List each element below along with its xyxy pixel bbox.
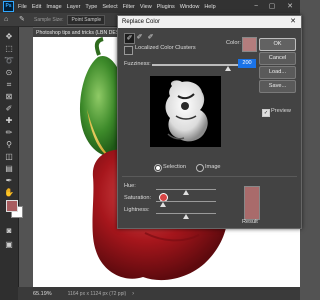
menu-plugins[interactable]: Plugins (157, 4, 175, 10)
localized-color-clusters-checkbox[interactable] (124, 46, 133, 55)
save-button[interactable]: Save... (259, 80, 296, 93)
fuzziness-input[interactable]: 200 (238, 59, 256, 68)
zoom-level[interactable]: 65.19% (33, 291, 52, 297)
document-info: 1164 px x 1124 px (72 ppi) (67, 290, 127, 297)
cancel-button[interactable]: Cancel (259, 52, 296, 65)
chevron-right-icon[interactable]: › (132, 291, 134, 297)
selection-preview[interactable] (150, 76, 221, 147)
color-label: Color: (226, 40, 241, 46)
menu-bar: Ps File Edit Image Layer Type Select Fil… (0, 0, 300, 13)
sample-size-label: Sample Size: (34, 16, 64, 23)
ok-button[interactable]: OK (259, 38, 296, 51)
dialog-close-icon[interactable]: ✕ (286, 16, 300, 28)
hue-slider-thumb[interactable] (183, 190, 189, 195)
replace-color-dialog: Replace Color ✕ ✐ ✐ ✐ Localized Color Cl… (117, 15, 302, 229)
localized-color-clusters-label: Localized Color Clusters (135, 45, 196, 51)
selection-mask-image (165, 80, 208, 142)
menu-image[interactable]: Image (46, 4, 61, 10)
saturation-label: Saturation: (124, 195, 152, 201)
saturation-slider-thumb[interactable] (160, 202, 166, 207)
fuzziness-slider-track[interactable] (152, 64, 252, 66)
lightness-label: Lightness: (124, 207, 150, 213)
tools-panel: ✥ ⬚ ➰ ⊙ ⌗ ⊠ ✐ ✚ ✏ ⚲ ◫ ▤ ✒ ✋ ◙ ▣ (0, 27, 23, 300)
fuzziness-label: Fuzziness: (124, 61, 151, 67)
menu-file[interactable]: File (18, 4, 27, 10)
menu-layer[interactable]: Layer (67, 4, 81, 10)
selection-radio[interactable] (154, 164, 162, 172)
preview-checkbox[interactable]: ✓ (262, 109, 270, 117)
lightness-slider-thumb[interactable] (183, 214, 189, 219)
gradient-tool-icon[interactable]: ▤ (3, 163, 15, 174)
image-radio-label: Image (205, 164, 221, 170)
sampled-color-swatch[interactable] (242, 37, 257, 52)
menu-filter[interactable]: Filter (123, 4, 135, 10)
sample-size-select[interactable]: Point Sample (67, 14, 106, 25)
selection-radio-label: Selection (163, 164, 187, 170)
healing-brush-icon[interactable]: ✚ (3, 115, 15, 126)
pen-tool-icon[interactable]: ✒ (3, 175, 15, 186)
home-icon[interactable]: ⌂ (4, 16, 12, 24)
crop-tool-icon[interactable]: ⌗ (3, 79, 15, 90)
eraser-tool-icon[interactable]: ◫ (3, 151, 15, 162)
eyedropper-tool-icon[interactable]: ✎ (19, 16, 27, 24)
minimize-icon[interactable]: − (250, 0, 262, 13)
maximize-icon[interactable]: ▢ (266, 0, 278, 13)
lasso-tool-icon[interactable]: ➰ (3, 55, 15, 66)
marquee-tool-icon[interactable]: ⬚ (3, 43, 15, 54)
result-color-swatch[interactable] (244, 186, 260, 220)
menu-edit[interactable]: Edit (32, 4, 41, 10)
brush-tool-icon[interactable]: ✏ (3, 127, 15, 138)
menu-help[interactable]: Help (204, 4, 215, 10)
move-tool-icon[interactable]: ✥ (3, 31, 15, 42)
menu-window[interactable]: Window (180, 4, 200, 10)
foreground-color-swatch[interactable] (6, 200, 18, 212)
eyedropper-minus-icon[interactable]: ✐ (146, 33, 155, 42)
load-button[interactable]: Load... (259, 66, 296, 79)
menu-type[interactable]: Type (85, 4, 97, 10)
hand-tool-icon[interactable]: ✋ (3, 187, 15, 198)
eyedropper-icon[interactable]: ✐ (3, 103, 15, 114)
dialog-divider (122, 176, 297, 177)
menu-select[interactable]: Select (102, 4, 117, 10)
hue-label: Hue: (124, 183, 136, 189)
status-bar: 65.19% 1164 px x 1124 px (72 ppi) › (18, 287, 300, 300)
screen-mode-icon[interactable]: ▣ (3, 239, 15, 250)
stamp-tool-icon[interactable]: ⚲ (3, 139, 15, 150)
photoshop-logo-icon: Ps (3, 1, 14, 12)
eyedropper-icon[interactable]: ✐ (124, 33, 135, 44)
frame-tool-icon[interactable]: ⊠ (3, 91, 15, 102)
image-radio[interactable] (196, 164, 204, 172)
dialog-title: Replace Color (122, 19, 161, 25)
quick-select-tool-icon[interactable]: ⊙ (3, 67, 15, 78)
preview-label: Preview (271, 108, 291, 114)
menu-view[interactable]: View (140, 4, 152, 10)
result-label: Result (242, 219, 258, 225)
eyedropper-plus-icon[interactable]: ✐ (135, 33, 144, 42)
fuzziness-slider-thumb[interactable] (225, 66, 231, 71)
window-close-icon[interactable]: ✕ (284, 0, 296, 13)
quick-mask-icon[interactable]: ◙ (3, 225, 15, 236)
